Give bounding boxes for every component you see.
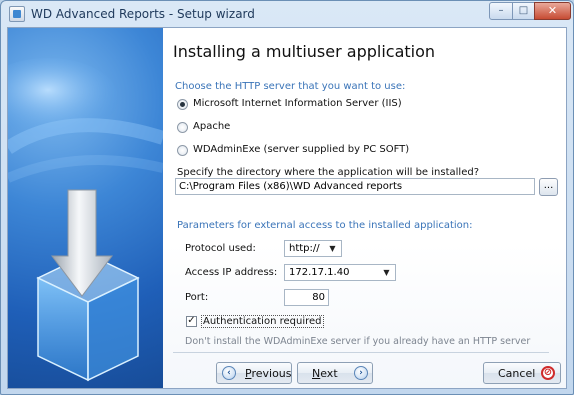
auth-checkbox[interactable]: ✓ <box>186 316 197 327</box>
wizard-body: Installing a multiuser application Choos… <box>7 27 567 389</box>
protocol-value: http:// <box>289 243 320 254</box>
port-input[interactable]: 80 <box>284 289 329 306</box>
ip-select[interactable]: 172.17.1.40 ▼ <box>284 264 396 281</box>
app-icon <box>9 6 25 22</box>
radio-wdadminexe-label[interactable]: WDAdminExe (server supplied by PC SOFT) <box>193 144 409 155</box>
next-mnemonic: N <box>312 367 321 380</box>
previous-button[interactable]: ‹ Previous <box>216 362 292 384</box>
directory-input[interactable]: C:\Program Files (x86)\WD Advanced repor… <box>175 178 535 195</box>
browse-button[interactable]: ... <box>539 178 558 196</box>
port-label: Port: <box>185 292 209 303</box>
ip-label: Access IP address: <box>185 267 278 278</box>
radio-iis-label[interactable]: Microsoft Internet Information Server (I… <box>193 98 402 109</box>
server-prompt: Choose the HTTP server that you want to … <box>175 81 406 92</box>
content-panel: Installing a multiuser application Choos… <box>163 28 566 388</box>
close-button[interactable]: ✕ <box>534 2 571 20</box>
cancel-icon: ⊘ <box>541 366 555 380</box>
next-label: ext <box>320 367 338 380</box>
chevron-down-icon: ▼ <box>383 268 390 277</box>
previous-label: revious <box>251 367 292 380</box>
radio-apache[interactable] <box>177 122 188 133</box>
minimize-button[interactable]: – <box>489 2 513 20</box>
footer-separator <box>173 352 549 353</box>
auth-checkbox-label[interactable]: Authentication required <box>201 315 324 328</box>
wdadminexe-hint: Don't install the WDAdminExe server if y… <box>185 336 531 347</box>
ip-value: 172.17.1.40 <box>289 267 350 278</box>
protocol-select[interactable]: http:// ▼ <box>284 240 342 257</box>
page-title: Installing a multiuser application <box>173 42 436 61</box>
next-button[interactable]: Next › <box>297 362 373 384</box>
directory-prompt: Specify the directory where the applicat… <box>177 167 480 178</box>
radio-iis[interactable] <box>177 99 188 110</box>
chevron-down-icon: ▼ <box>329 244 336 253</box>
previous-arrow-icon: ‹ <box>222 366 236 380</box>
cancel-button[interactable]: Cancel ⊘ <box>483 362 561 384</box>
next-arrow-icon: › <box>354 366 368 380</box>
download-box-illustration <box>8 58 163 382</box>
title-bar[interactable]: WD Advanced Reports - Setup wizard – □ ✕ <box>1 1 573 27</box>
radio-apache-label[interactable]: Apache <box>193 121 230 132</box>
setup-wizard-window: WD Advanced Reports - Setup wizard – □ ✕ <box>0 0 574 395</box>
side-illustration-panel <box>8 28 163 388</box>
window-title: WD Advanced Reports - Setup wizard <box>31 7 255 21</box>
maximize-button[interactable]: □ <box>512 2 535 20</box>
protocol-label: Protocol used: <box>185 243 256 254</box>
radio-wdadminexe[interactable] <box>177 145 188 156</box>
external-access-prompt: Parameters for external access to the in… <box>177 220 473 231</box>
cancel-label: Cancel <box>498 367 536 380</box>
